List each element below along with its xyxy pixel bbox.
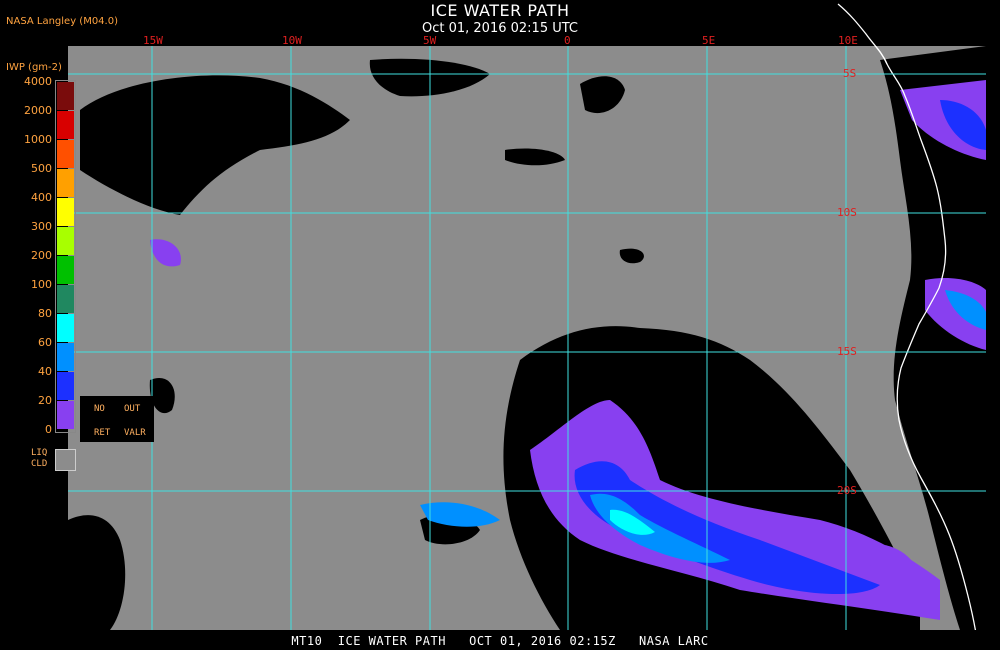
color-ramp-bin: [57, 227, 74, 255]
legend-tick-label: 200: [31, 249, 52, 262]
color-ramp-bin: [57, 372, 74, 400]
color-ramp-bin: [57, 169, 74, 197]
longitude-label-10e: 10E: [838, 34, 858, 47]
latitude-label-15s: 15S: [837, 345, 857, 358]
color-ramp-bin: [57, 314, 74, 342]
legend-tick-label: 400: [31, 191, 52, 204]
no-ret-label-line1: NO: [94, 404, 105, 414]
legend-tick-label: 60: [38, 336, 52, 349]
longitude-label-10w: 10W: [282, 34, 302, 47]
out-valr-label-line1: OUT: [124, 404, 141, 414]
latitude-label-5s: 5S: [843, 67, 857, 80]
legend-tick-label: 80: [38, 307, 52, 320]
legend-tick-label: 20: [38, 394, 52, 407]
longitude-label-0: 0: [564, 34, 571, 47]
legend-tick-label: 500: [31, 162, 52, 175]
latitude-label-10s: 10S: [837, 206, 857, 219]
color-ramp-bin: [57, 401, 74, 429]
legend-tick-label: 4000: [24, 75, 52, 88]
color-ramp-bin: [57, 111, 74, 139]
color-ramp-bin: [57, 140, 74, 168]
color-ramp-bin: [57, 82, 74, 110]
legend-tick-label: 2000: [24, 104, 52, 117]
no-ret-label-line2: RET: [94, 428, 111, 438]
legend-title: IWP (gm-2): [6, 62, 62, 73]
latitude-label-20s: 20S: [837, 484, 857, 497]
longitude-label-5w: 5W: [423, 34, 437, 47]
footer-caption: MT10 ICE WATER PATH OCT 01, 2016 02:15Z …: [291, 634, 709, 648]
legend-tick-label: 40: [38, 365, 52, 378]
out-valr-label-line2: VALR: [124, 428, 146, 438]
liq-cld-label-line1: LIQ: [31, 448, 48, 458]
color-ramp-bin: [57, 256, 74, 284]
legend-tick-label: 100: [31, 278, 52, 291]
no-retrieval-box: NO RET OUT VALR: [80, 396, 154, 442]
legend-tick-label: 300: [31, 220, 52, 233]
liq-cld-label-line2: CLD: [31, 459, 48, 469]
ice-water-path-map: [68, 3, 986, 630]
legend-tick-label: 0: [45, 423, 52, 436]
color-ramp-bin: [57, 343, 74, 371]
longitude-label-15w: 15W: [143, 34, 163, 47]
color-ramp-bin: [57, 198, 74, 226]
longitude-label-5e: 5E: [702, 34, 716, 47]
legend-tick-label: 1000: [24, 133, 52, 146]
color-ramp-bin: [57, 285, 74, 313]
liquid-cloud-swatch: [55, 449, 76, 471]
